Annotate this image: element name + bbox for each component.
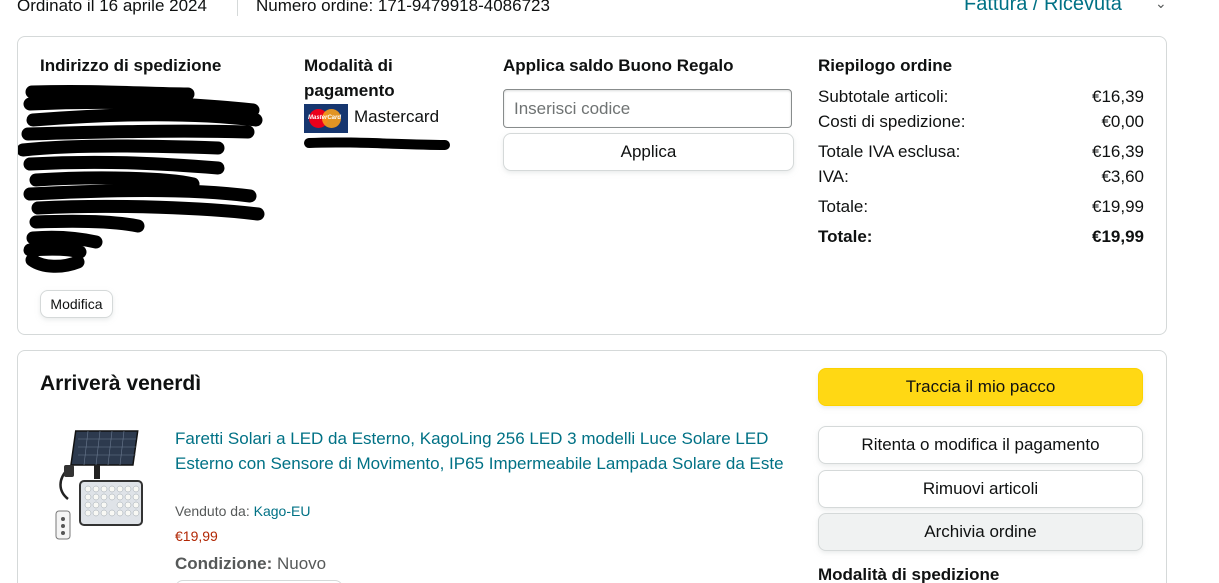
- retry-payment-button[interactable]: Ritenta o modifica il pagamento: [818, 426, 1143, 464]
- order-header: Ordinato il 16 aprile 2024 Numero ordine…: [0, 0, 1219, 22]
- summary-label: Totale:: [818, 197, 869, 216]
- divider: [237, 0, 238, 16]
- redacted-card-number: [304, 137, 450, 150]
- mastercard-logo-icon: MasterCard: [304, 104, 348, 133]
- gift-card-title: Applica saldo Buono Regalo: [503, 56, 734, 75]
- product-price: €19,99: [175, 528, 218, 544]
- summary-value: €19,99: [1092, 197, 1144, 216]
- summary-value: €0,00: [1101, 112, 1144, 131]
- summary-label: Costi di spedizione:: [818, 112, 966, 131]
- edit-address-button[interactable]: Modifica: [40, 290, 113, 318]
- apply-gift-button[interactable]: Applica: [503, 133, 794, 171]
- summary-value: €19,99: [1092, 227, 1144, 246]
- redacted-address: [18, 84, 265, 273]
- payment-card-name: Mastercard: [354, 107, 440, 126]
- summary-value: €3,60: [1101, 167, 1144, 186]
- order-details-card: Indirizzo di spedizione Modifica Modalit…: [17, 36, 1167, 335]
- mastercard-logo-text: MasterCard: [308, 115, 342, 121]
- payment-method-title: Modalità di pagamento: [304, 56, 395, 100]
- invoice-link[interactable]: Fattura / Ricevuta: [964, 0, 1122, 16]
- condition-value: Nuovo: [277, 554, 327, 573]
- product-title-link[interactable]: Faretti Solari a LED da Esterno, KagoLin…: [175, 426, 795, 476]
- shipment-card: Arriverà venerdì Faretti Solari a LED da…: [17, 350, 1167, 583]
- archive-order-button[interactable]: Archivia ordine: [818, 513, 1143, 551]
- order-summary-title: Riepilogo ordine: [818, 56, 953, 75]
- order-date: Ordinato il 16 aprile 2024: [17, 0, 207, 15]
- sold-by: Venduto da: Kago-EU: [175, 503, 310, 519]
- track-package-button[interactable]: Traccia il mio pacco: [818, 368, 1143, 406]
- summary-value: €16,39: [1092, 87, 1144, 106]
- seller-link[interactable]: Kago-EU: [254, 503, 311, 519]
- chevron-down-icon[interactable]: ⌄: [1155, 0, 1167, 12]
- summary-label: IVA:: [818, 167, 849, 186]
- arrival-heading: Arriverà venerdì: [40, 372, 202, 395]
- sold-by-label: Venduto da:: [175, 503, 250, 519]
- order-number: Numero ordine: 171-9479918-4086723: [256, 0, 550, 15]
- remove-items-button[interactable]: Rimuovi articoli: [818, 470, 1143, 508]
- solar-light-product-image[interactable]: [48, 429, 148, 541]
- summary-value: €16,39: [1092, 142, 1144, 161]
- condition-label: Condizione:: [175, 554, 273, 573]
- shipping-method-title: Modalità di spedizione: [818, 565, 1000, 583]
- summary-label: Totale IVA esclusa:: [818, 142, 961, 161]
- gift-code-input[interactable]: Inserisci codice: [503, 89, 792, 128]
- product-condition: Condizione: Nuovo: [175, 551, 326, 576]
- summary-label: Subtotale articoli:: [818, 87, 949, 106]
- shipping-address-title: Indirizzo di spedizione: [40, 56, 222, 75]
- summary-label: Totale:: [818, 227, 873, 246]
